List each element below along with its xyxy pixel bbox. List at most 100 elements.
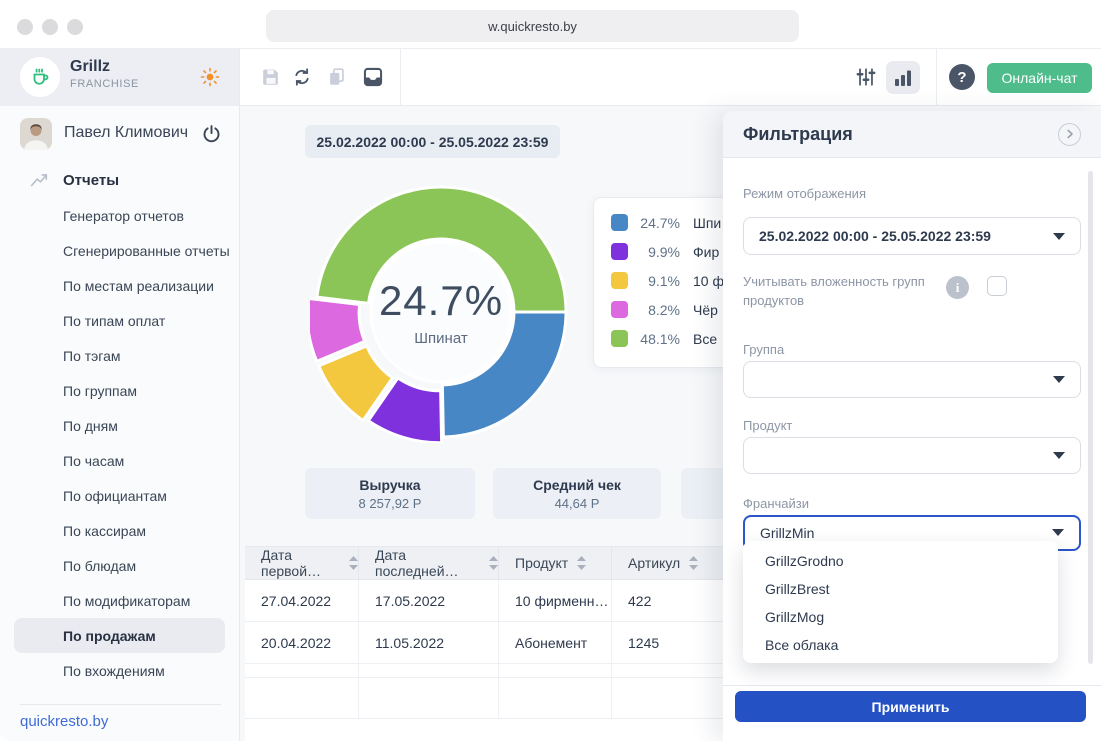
apply-button[interactable]: Применить <box>735 691 1086 722</box>
sidebar-item-3[interactable]: По типам оплат <box>0 303 239 338</box>
online-chat-button[interactable]: Онлайн-чат <box>987 63 1092 93</box>
sidebar-item-7[interactable]: По часам <box>0 443 239 478</box>
table-cell <box>245 664 359 677</box>
legend-swatch <box>611 301 628 318</box>
copy-icon[interactable] <box>326 66 348 88</box>
period-badge-text: 25.02.2022 00:00 - 25.05.2022 23:59 <box>317 134 549 150</box>
franchise-option-0[interactable]: GrillzGrodno <box>743 547 1058 575</box>
metric-title: Средний чек <box>533 477 621 493</box>
nested-groups-label: Учитывать вложенность групп продуктов <box>743 273 933 311</box>
sidebar-item-6[interactable]: По дням <box>0 408 239 443</box>
table-header-cell-2[interactable]: Продукт <box>499 547 612 579</box>
franchise-option-1[interactable]: GrillzBrest <box>743 575 1058 603</box>
table-cell <box>245 678 359 718</box>
display-mode-value: 25.02.2022 00:00 - 25.05.2022 23:59 <box>759 228 991 244</box>
sort-icon <box>577 556 586 570</box>
sidebar-section-reports[interactable]: Отчеты <box>0 162 239 198</box>
sidebar-item-1[interactable]: Сгенерированные отчеты <box>0 233 239 268</box>
legend-swatch <box>611 214 628 231</box>
filter-panel-header: Фильтрация <box>723 111 1101 158</box>
table-cell <box>359 678 499 718</box>
franchise-option-2[interactable]: GrillzMog <box>743 603 1058 631</box>
traffic-light-icon <box>17 19 33 35</box>
panel-scrollbar[interactable] <box>1088 171 1093 664</box>
topbar-divider <box>936 49 937 105</box>
sidebar-item-4[interactable]: По тэгам <box>0 338 239 373</box>
legend-percent: 8.2% <box>628 302 680 318</box>
legend-swatch <box>611 243 628 260</box>
metric-value: 44,64 Р <box>555 496 600 511</box>
nested-groups-row: Учитывать вложенность групп продуктов i <box>743 273 1081 311</box>
filters-sliders-icon[interactable] <box>855 66 877 88</box>
donut-chart: 24.7% Шпинат <box>310 181 572 443</box>
user-name: Павел Климович <box>64 124 188 142</box>
franchise-options-dropdown: GrillzGrodnoGrillzBrestGrillzMogВсе обла… <box>743 541 1058 663</box>
table-header-cell-1[interactable]: Дата последней… <box>359 547 499 579</box>
legend-percent: 9.1% <box>628 273 680 289</box>
sidebar-item-0[interactable]: Генератор отчетов <box>0 198 239 233</box>
app-window: w.quickresto.by Grillz FRANCHISE <box>0 0 1101 741</box>
franchise-value: GrillzMin <box>760 525 814 541</box>
table-header-label: Дата последней… <box>375 547 480 579</box>
refresh-icon[interactable] <box>291 66 313 88</box>
table-header-label: Продукт <box>515 555 568 571</box>
table-cell: 10 фирменн… <box>499 580 612 621</box>
chart-view-toggle[interactable] <box>886 61 920 94</box>
sidebar-header: Grillz FRANCHISE <box>0 49 239 106</box>
address-url: w.quickresto.by <box>488 19 577 34</box>
nested-groups-checkbox[interactable] <box>987 276 1007 296</box>
collapse-panel-button[interactable] <box>1058 123 1081 146</box>
help-icon[interactable]: ? <box>949 64 975 90</box>
chevron-down-icon <box>1053 233 1065 240</box>
info-icon[interactable]: i <box>946 276 969 299</box>
display-mode-label: Режим отображения <box>743 186 1081 201</box>
chevron-down-icon <box>1053 376 1065 383</box>
legend-label: 10 ф <box>693 273 724 289</box>
brand-name: Grillz <box>70 58 110 76</box>
sidebar-item-8[interactable]: По официантам <box>0 478 239 513</box>
sidebar-item-10[interactable]: По блюдам <box>0 548 239 583</box>
address-bar[interactable]: w.quickresto.by <box>266 10 799 42</box>
sidebar-item-2[interactable]: По местам реализации <box>0 268 239 303</box>
user-row: Павел Климович <box>0 106 239 162</box>
franchise-label: Франчайзи <box>743 496 1081 511</box>
table-cell: 27.04.2022 <box>245 580 359 621</box>
sidebar-divider <box>20 704 221 705</box>
sidebar-item-13[interactable]: По вхождениям <box>0 653 239 688</box>
sort-icon <box>689 556 698 570</box>
table-cell: 17.05.2022 <box>359 580 499 621</box>
table-header-cell-0[interactable]: Дата первой… <box>245 547 359 579</box>
sidebar-item-5[interactable]: По группам <box>0 373 239 408</box>
legend-percent: 24.7% <box>628 215 680 231</box>
sidebar-item-11[interactable]: По модификаторам <box>0 583 239 618</box>
display-mode-select[interactable]: 25.02.2022 00:00 - 25.05.2022 23:59 <box>743 217 1081 255</box>
product-select[interactable] <box>743 437 1081 474</box>
theme-sun-icon[interactable] <box>199 66 221 88</box>
save-icon[interactable] <box>260 66 282 88</box>
sidebar-section-label: Отчеты <box>63 172 119 189</box>
sort-icon <box>489 556 498 570</box>
group-select[interactable] <box>743 361 1081 398</box>
legend-label: Фир <box>693 244 719 260</box>
group-label: Группа <box>743 342 1081 357</box>
product-label: Продукт <box>743 418 1081 433</box>
filter-panel-title: Фильтрация <box>743 124 853 145</box>
topbar: ? Онлайн-чат <box>240 49 1101 106</box>
traffic-light-icon <box>42 19 58 35</box>
browser-bar: w.quickresto.by <box>0 0 1101 48</box>
sidebar-nav: Генератор отчетовСгенерированные отчетыП… <box>0 198 239 688</box>
quickresto-link[interactable]: quickresto.by <box>20 713 108 730</box>
avatar <box>20 118 52 150</box>
table-cell <box>499 678 612 718</box>
inbox-tray-icon[interactable] <box>362 66 384 88</box>
table-cell: 20.04.2022 <box>245 622 359 663</box>
sidebar-item-9[interactable]: По кассирам <box>0 513 239 548</box>
sidebar: Grillz FRANCHISE <box>0 49 240 741</box>
legend-swatch <box>611 272 628 289</box>
brand-logo <box>20 57 60 97</box>
traffic-light-icon <box>67 19 83 35</box>
franchise-option-3[interactable]: Все облака <box>743 631 1058 659</box>
logout-power-icon[interactable] <box>201 123 222 144</box>
sort-icon <box>349 556 358 570</box>
sidebar-item-12[interactable]: По продажам <box>14 618 225 653</box>
